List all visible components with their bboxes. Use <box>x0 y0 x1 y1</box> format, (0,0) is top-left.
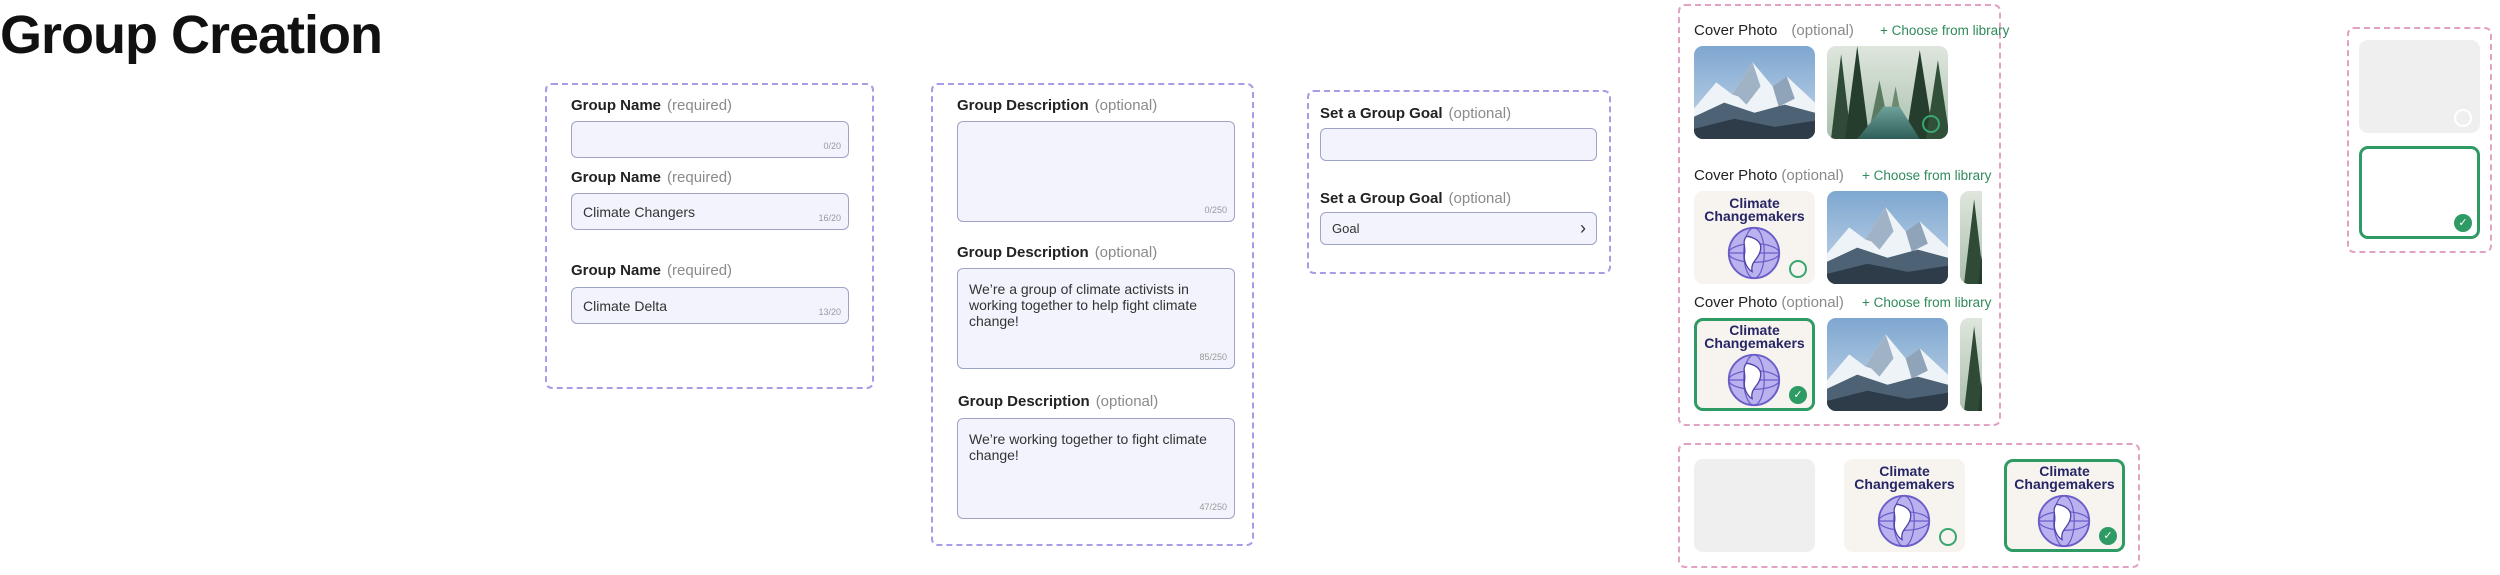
group-name-input-filled[interactable]: Climate Changers 16/20 <box>571 193 849 230</box>
group-goal-label-row-2: Set a Group Goal (optional) <box>1320 190 1511 207</box>
cover-photo-forest[interactable] <box>1827 46 1948 139</box>
cover-photo-label-row-2: Cover Photo (optional) + Choose from libra… <box>1694 167 1991 184</box>
globe-icon <box>1876 493 1932 549</box>
page-title: Group Creation <box>0 5 383 65</box>
choose-from-library-link[interactable]: + Choose from library <box>1880 23 2009 38</box>
logo-text: Climate Changemakers <box>2007 464 2122 492</box>
group-description-label: Group Description <box>957 244 1089 261</box>
logo-text: Climate Changemakers <box>1844 464 1965 492</box>
required-note: (required) <box>667 262 733 279</box>
cover-photo-logo[interactable]: Climate Changemakers <box>1694 191 1815 284</box>
choose-from-library-link[interactable]: + Choose from library <box>1862 168 1991 183</box>
group-name-label: Group Name <box>571 97 662 114</box>
group-description-textarea-filled-2[interactable]: We’re working together to fight climate … <box>957 418 1235 519</box>
forest-image <box>1960 191 1982 284</box>
cover-photo-label: Cover Photo <box>1694 294 1778 311</box>
mountain-image <box>1827 191 1948 284</box>
state-empty-selected[interactable]: ✓ <box>2359 146 2480 239</box>
group-description-textarea-filled[interactable]: We’re a group of climate activists in wo… <box>957 268 1235 369</box>
cover-photo-logo-selected[interactable]: Climate Changemakers ✓ <box>1694 318 1815 411</box>
char-counter: 47/250 <box>1199 502 1227 512</box>
optional-note: (optional) <box>1094 97 1158 114</box>
cover-photo-mountain[interactable] <box>1827 318 1948 411</box>
goal-value: Goal <box>1332 221 1360 236</box>
group-description-label: Group Description <box>957 97 1089 114</box>
checkmark-icon: ✓ <box>2454 214 2472 232</box>
checkmark-icon: ✓ <box>2099 527 2117 545</box>
group-goal-label-row-1: Set a Group Goal (optional) <box>1320 105 1511 122</box>
logo-text: Climate Changemakers <box>1697 323 1812 351</box>
optional-note: (optional) <box>1781 294 1844 311</box>
char-counter: 13/20 <box>818 307 841 317</box>
optional-note: (optional) <box>1095 393 1159 410</box>
group-name-input-empty[interactable]: 0/20 <box>571 121 849 158</box>
group-description-label-row-1: Group Description (optional) <box>957 97 1157 114</box>
forest-image <box>1960 318 1982 411</box>
input-value: Climate Delta <box>583 298 668 314</box>
optional-note: (optional) <box>1094 244 1158 261</box>
group-goal-select[interactable]: Goal › <box>1320 212 1597 245</box>
group-name-label-row-1: Group Name (required) <box>571 97 732 114</box>
optional-note: (optional) <box>1781 167 1844 184</box>
char-counter: 0/20 <box>823 141 841 151</box>
group-name-label-row-3: Group Name (required) <box>571 262 732 279</box>
required-note: (required) <box>667 169 733 186</box>
group-name-label: Group Name <box>571 262 662 279</box>
logo-line-2: Changemakers <box>1704 208 1805 224</box>
thumbnail-logo-selected[interactable]: Climate Changemakers ✓ <box>2004 459 2125 552</box>
textarea-value: We’re working together to fight climate … <box>969 431 1207 463</box>
logo-line-2: Changemakers <box>2014 476 2115 492</box>
thumbnail-logo-unselected[interactable]: Climate Changemakers <box>1844 459 1965 552</box>
group-description-textarea-empty[interactable]: 0/250 <box>957 121 1235 222</box>
group-name-label: Group Name <box>571 169 662 186</box>
globe-icon <box>2036 493 2092 549</box>
group-name-label-row-2: Group Name (required) <box>571 169 732 186</box>
logo-text: Climate Changemakers <box>1694 196 1815 224</box>
cover-photo-mountain[interactable] <box>1694 46 1815 139</box>
radio-unselected-icon[interactable] <box>2454 109 2472 127</box>
logo-line-2: Changemakers <box>1854 476 1955 492</box>
thumbnail-empty[interactable] <box>1694 459 1815 552</box>
mountain-image <box>1694 46 1815 139</box>
char-counter: 85/250 <box>1199 352 1227 362</box>
cover-photo-mountain[interactable] <box>1827 191 1948 284</box>
cover-photo-label-row-3: Cover Photo (optional) + Choose from libra… <box>1694 294 1991 311</box>
state-empty-unselected[interactable] <box>2359 40 2480 133</box>
optional-note: (optional) <box>1791 22 1854 39</box>
cover-photo-label: Cover Photo <box>1694 22 1778 39</box>
group-goal-label: Set a Group Goal <box>1320 105 1443 122</box>
checkmark-icon: ✓ <box>1789 386 1807 404</box>
choose-from-library-link[interactable]: + Choose from library <box>1862 295 1991 310</box>
char-counter: 0/250 <box>1204 205 1227 215</box>
globe-icon <box>1726 352 1782 408</box>
logo-line-2: Changemakers <box>1704 335 1805 351</box>
char-counter: 16/20 <box>818 213 841 223</box>
radio-unselected-icon[interactable] <box>1922 115 1940 133</box>
optional-note: (optional) <box>1448 105 1512 122</box>
globe-icon <box>1726 225 1782 281</box>
radio-unselected-icon[interactable] <box>1789 260 1807 278</box>
cover-photo-label: Cover Photo <box>1694 167 1778 184</box>
group-description-label-row-3: Group Description (optional) <box>958 393 1158 410</box>
group-goal-input-empty[interactable] <box>1320 128 1597 161</box>
cover-photo-forest-cropped[interactable] <box>1960 191 1982 284</box>
input-value: Climate Changers <box>583 204 696 220</box>
chevron-right-icon: › <box>1580 218 1586 238</box>
group-goal-label: Set a Group Goal <box>1320 190 1443 207</box>
cover-photo-forest-cropped[interactable] <box>1960 318 1982 411</box>
optional-note: (optional) <box>1448 190 1512 207</box>
radio-unselected-icon[interactable] <box>1939 528 1957 546</box>
group-description-label: Group Description <box>958 393 1090 410</box>
cover-photo-label-row-1: Cover Photo (optional) + Choose from libra… <box>1694 22 2009 39</box>
group-name-input-filled-2[interactable]: Climate Delta 13/20 <box>571 287 849 324</box>
required-note: (required) <box>667 97 733 114</box>
mountain-image <box>1827 318 1948 411</box>
textarea-value: We’re a group of climate activists in wo… <box>969 281 1198 329</box>
group-description-label-row-2: Group Description (optional) <box>957 244 1157 261</box>
